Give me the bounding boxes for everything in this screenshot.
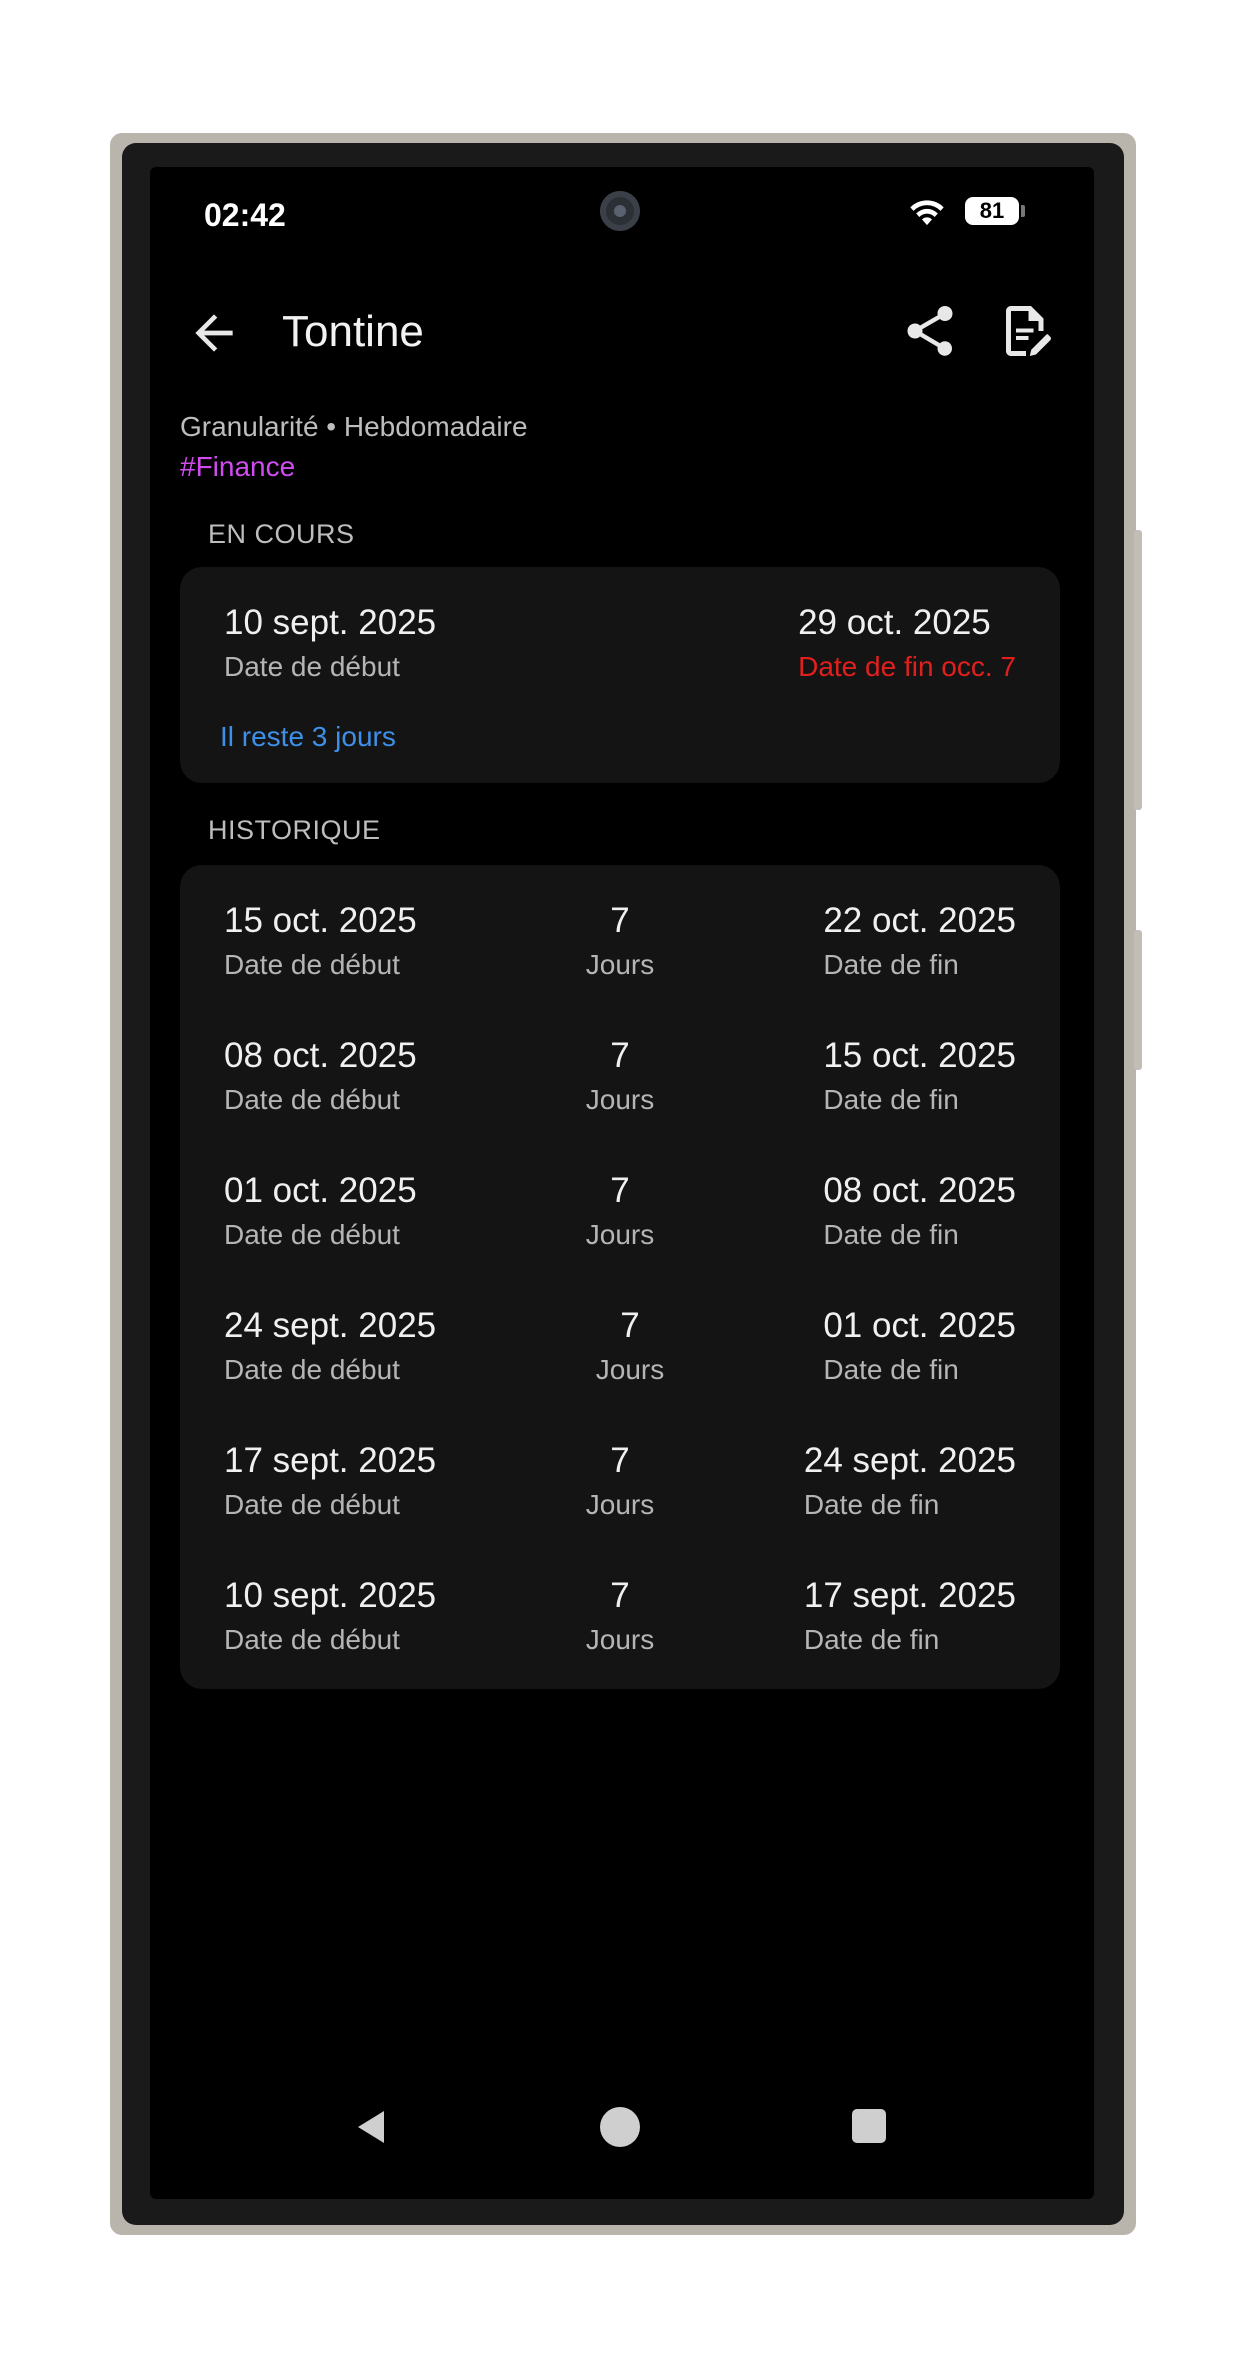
history-days-label: Jours: [595, 1354, 665, 1385]
current-row: 10 sept. 2025 Date de début 29 oct. 2025…: [180, 603, 1060, 713]
current-start-value: 10 sept. 2025: [224, 603, 437, 642]
history-end-value: 01 oct. 2025: [823, 1306, 1016, 1345]
history-days-label: Jours: [585, 949, 655, 980]
history-end-value: 22 oct. 2025: [823, 901, 1016, 940]
history-days-cell: 7 Jours: [570, 1171, 670, 1251]
history-end-cell: 08 oct. 2025 Date de fin: [823, 1171, 1016, 1251]
history-days-label: Jours: [585, 1084, 655, 1115]
nav-back-icon[interactable]: [352, 2107, 392, 2147]
history-start-value: 17 sept. 2025: [224, 1441, 437, 1480]
history-end-value: 08 oct. 2025: [823, 1171, 1016, 1210]
history-start-cell: 01 oct. 2025 Date de début: [224, 1171, 417, 1251]
current-card[interactable]: 10 sept. 2025 Date de début 29 oct. 2025…: [180, 567, 1060, 783]
history-days-cell: 7 Jours: [580, 1306, 680, 1386]
history-start-value: 08 oct. 2025: [224, 1036, 417, 1075]
history-row[interactable]: 17 sept. 2025 Date de début 7 Jours 24 s…: [180, 1441, 1060, 1551]
history-days-value: 7: [610, 901, 630, 940]
granularity-text: Granularité • Hebdomadaire: [180, 411, 528, 442]
history-end-label: Date de fin: [823, 949, 959, 980]
history-start-label: Date de début: [224, 1489, 400, 1520]
history-end-label: Date de fin: [803, 1489, 940, 1520]
history-start-label: Date de début: [224, 1354, 400, 1385]
history-start-label: Date de début: [224, 1624, 400, 1655]
history-end-value: 15 oct. 2025: [823, 1036, 1016, 1075]
history-end-value: 17 sept. 2025: [803, 1576, 1016, 1615]
history-start-cell: 10 sept. 2025 Date de début: [224, 1576, 436, 1656]
section-label-history: HISTORIQUE: [208, 815, 381, 845]
history-start-cell: 17 sept. 2025 Date de début: [224, 1441, 436, 1521]
history-row[interactable]: 15 oct. 2025 Date de début 7 Jours 22 oc…: [180, 901, 1060, 1011]
history-start-label: Date de début: [224, 1219, 400, 1250]
history-start-cell: 08 oct. 2025 Date de début: [224, 1036, 417, 1116]
history-end-cell: 22 oct. 2025 Date de fin: [823, 901, 1016, 981]
tag-link[interactable]: #Finance: [180, 451, 295, 483]
history-start-value: 15 oct. 2025: [224, 901, 417, 940]
history-days-label: Jours: [585, 1219, 655, 1250]
history-end-label: Date de fin: [823, 1354, 959, 1385]
history-days-value: 7: [610, 1036, 630, 1075]
history-start-cell: 24 sept. 2025 Date de début: [224, 1306, 436, 1386]
front-camera: [600, 191, 640, 231]
wifi-icon: [910, 200, 944, 226]
history-end-cell: 01 oct. 2025 Date de fin: [823, 1306, 1016, 1386]
history-days-cell: 7 Jours: [570, 1441, 670, 1521]
history-start-value: 24 sept. 2025: [224, 1306, 437, 1345]
history-start-value: 10 sept. 2025: [224, 1576, 437, 1615]
nav-recents-icon[interactable]: [852, 2109, 886, 2143]
power-button: [1134, 530, 1142, 810]
nav-home-icon[interactable]: [600, 2107, 640, 2147]
current-start-label: Date de début: [224, 651, 400, 682]
history-days-cell: 7 Jours: [570, 901, 670, 981]
history-start-label: Date de début: [224, 1084, 400, 1115]
history-row[interactable]: 24 sept. 2025 Date de début 7 Jours 01 o…: [180, 1306, 1060, 1416]
history-days-value: 7: [620, 1306, 640, 1345]
screen: 02:42 81 Tontine Granularité • Hebdomada…: [150, 167, 1094, 2199]
history-days-label: Jours: [585, 1624, 655, 1655]
history-end-value: 24 sept. 2025: [803, 1441, 1016, 1480]
battery-indicator: 81: [965, 197, 1025, 225]
status-time: 02:42: [204, 197, 286, 233]
history-end-cell: 24 sept. 2025 Date de fin: [804, 1441, 1016, 1521]
current-start-cell: 10 sept. 2025 Date de début: [224, 603, 436, 683]
history-days-value: 7: [610, 1171, 630, 1210]
current-end-label: Date de fin occ. 7: [798, 651, 1016, 682]
history-days-label: Jours: [585, 1489, 655, 1520]
history-start-label: Date de début: [224, 949, 400, 980]
history-row[interactable]: 08 oct. 2025 Date de début 7 Jours 15 oc…: [180, 1036, 1060, 1146]
edit-note-icon[interactable]: [996, 301, 1056, 361]
history-row[interactable]: 01 oct. 2025 Date de début 7 Jours 08 oc…: [180, 1171, 1060, 1281]
history-days-value: 7: [610, 1441, 630, 1480]
history-end-label: Date de fin: [823, 1084, 959, 1115]
history-end-label: Date de fin: [823, 1219, 959, 1250]
section-label-current: EN COURS: [208, 519, 355, 549]
current-end-cell: 29 oct. 2025 Date de fin occ. 7: [798, 603, 1016, 683]
system-nav-bar: [150, 2087, 1094, 2167]
history-days-cell: 7 Jours: [570, 1576, 670, 1656]
history-days-value: 7: [610, 1576, 630, 1615]
history-days-cell: 7 Jours: [570, 1036, 670, 1116]
share-icon[interactable]: [900, 301, 960, 361]
history-start-cell: 15 oct. 2025 Date de début: [224, 901, 417, 981]
history-start-value: 01 oct. 2025: [224, 1171, 417, 1210]
history-end-cell: 15 oct. 2025 Date de fin: [823, 1036, 1016, 1116]
history-row[interactable]: 10 sept. 2025 Date de début 7 Jours 17 s…: [180, 1576, 1060, 1686]
history-card: 15 oct. 2025 Date de début 7 Jours 22 oc…: [180, 865, 1060, 1689]
history-end-cell: 17 sept. 2025 Date de fin: [804, 1576, 1016, 1656]
page-title: Tontine: [282, 307, 424, 356]
volume-button: [1134, 930, 1142, 1070]
back-arrow-icon[interactable]: [186, 305, 242, 361]
history-end-label: Date de fin: [803, 1624, 940, 1655]
remaining-days-text: Il reste 3 jours: [220, 721, 396, 752]
current-end-value: 29 oct. 2025: [798, 603, 991, 642]
